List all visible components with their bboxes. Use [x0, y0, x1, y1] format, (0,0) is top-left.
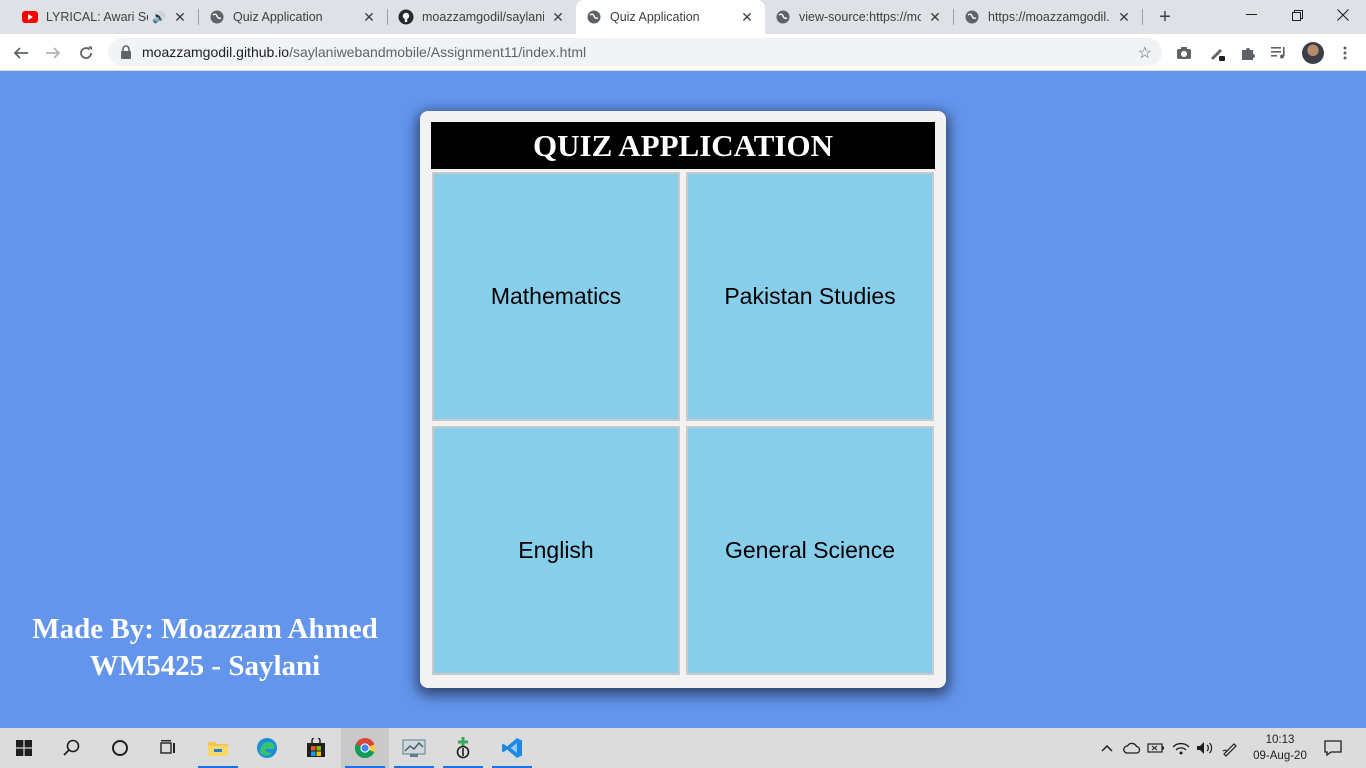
tab-title: view-source:https://moa	[799, 10, 921, 24]
close-icon[interactable]: ✕	[361, 9, 377, 25]
chevron-up-icon[interactable]	[1098, 728, 1116, 768]
speaker-icon[interactable]: 🔊	[152, 11, 166, 24]
media-control-icon[interactable]	[1268, 42, 1290, 64]
forward-button[interactable]	[40, 40, 66, 66]
author-credit: Made By: Moazzam Ahmed WM5425 - Saylani	[5, 611, 405, 685]
notification-icon[interactable]	[1320, 728, 1346, 768]
tab-title: Quiz Application	[610, 10, 700, 24]
puzzle-icon[interactable]	[1237, 42, 1259, 64]
tab-divider	[1142, 9, 1143, 25]
restore-button[interactable]	[1274, 0, 1320, 30]
store-icon[interactable]	[292, 728, 340, 768]
profile-avatar[interactable]	[1302, 42, 1324, 64]
wifi-icon[interactable]	[1170, 728, 1192, 768]
youtube-icon	[22, 9, 38, 25]
page-content: QUIZ APPLICATION Mathematics Pakistan St…	[0, 71, 1366, 728]
tab-quiz-application[interactable]: Quiz Application ✕	[199, 0, 387, 34]
cortana-icon[interactable]	[96, 728, 144, 768]
close-icon[interactable]: ✕	[739, 9, 755, 25]
tab-title: moazzamgodil/saylaniw	[422, 10, 544, 24]
subject-mathematics[interactable]: Mathematics	[432, 172, 680, 421]
camera-icon[interactable]	[1173, 42, 1195, 64]
back-button[interactable]	[8, 40, 34, 66]
globe-icon	[586, 9, 602, 25]
globe-icon	[775, 9, 791, 25]
close-icon[interactable]: ✕	[1116, 9, 1132, 25]
subject-general-science[interactable]: General Science	[686, 426, 934, 675]
vscode-icon[interactable]	[488, 728, 536, 768]
browser-tab-strip: LYRICAL: Awari Son 🔊 ✕ Quiz Application …	[0, 0, 1366, 34]
tab-title: LYRICAL: Awari Son	[46, 10, 148, 24]
windows-start-icon[interactable]	[0, 728, 48, 768]
address-bar[interactable]: moazzamgodil.github.io/saylaniwebandmobi…	[108, 38, 1162, 66]
pen-extension-icon[interactable]	[1206, 42, 1228, 64]
close-window-button[interactable]	[1320, 0, 1366, 30]
volume-icon[interactable]	[1194, 728, 1216, 768]
globe-icon	[209, 9, 225, 25]
tab-title: Quiz Application	[233, 10, 323, 24]
new-tab-button[interactable]: +	[1154, 6, 1176, 28]
reload-button[interactable]	[73, 40, 99, 66]
credit-id: WM5425 - Saylani	[89, 650, 321, 682]
tab-title: https://moazzamgodil.g	[988, 10, 1110, 24]
star-icon[interactable]: ☆	[1138, 43, 1152, 63]
url-text: moazzamgodil.github.io/saylaniwebandmobi…	[142, 44, 586, 60]
edge-icon[interactable]	[243, 728, 291, 768]
tab-quiz-application-active[interactable]: Quiz Application ✕	[576, 0, 765, 34]
tab-youtube[interactable]: LYRICAL: Awari Son 🔊 ✕	[12, 0, 198, 34]
close-icon[interactable]: ✕	[550, 9, 566, 25]
close-icon[interactable]: ✕	[927, 9, 943, 25]
quiz-card: QUIZ APPLICATION Mathematics Pakistan St…	[420, 111, 946, 688]
clock-time: 10:13	[1265, 734, 1295, 746]
chrome-icon[interactable]	[341, 728, 389, 768]
clock-date: 09-Aug-20	[1253, 750, 1307, 762]
browser-toolbar: moazzamgodil.github.io/saylaniwebandmobi…	[0, 34, 1366, 71]
minimize-button[interactable]	[1228, 0, 1274, 30]
system-clock[interactable]: 10:13 09-Aug-20	[1244, 732, 1316, 764]
file-explorer-icon[interactable]	[194, 728, 242, 768]
subject-pakistan-studies[interactable]: Pakistan Studies	[686, 172, 934, 421]
tab-view-source[interactable]: view-source:https://moa ✕	[765, 0, 953, 34]
lock-icon[interactable]	[120, 45, 132, 59]
tab-github-pages[interactable]: https://moazzamgodil.g ✕	[954, 0, 1142, 34]
quiz-title: QUIZ APPLICATION	[431, 122, 935, 169]
credit-name: Made By: Moazzam Ahmed	[32, 613, 378, 645]
search-icon[interactable]	[48, 728, 96, 768]
task-view-icon[interactable]	[144, 728, 192, 768]
git-app-icon[interactable]	[439, 728, 487, 768]
pen-workspace-icon[interactable]	[1219, 728, 1241, 768]
onedrive-icon[interactable]	[1121, 728, 1143, 768]
url-host: moazzamgodil.github.io	[142, 44, 290, 60]
tab-github[interactable]: moazzamgodil/saylaniw ✕	[388, 0, 576, 34]
battery-icon[interactable]	[1145, 728, 1167, 768]
windows-taskbar: 10:13 09-Aug-20	[0, 728, 1366, 768]
menu-icon[interactable]	[1334, 42, 1356, 64]
globe-icon	[964, 9, 980, 25]
subject-english[interactable]: English	[432, 426, 680, 675]
remote-desktop-icon[interactable]	[390, 728, 438, 768]
github-icon	[398, 9, 414, 25]
close-icon[interactable]: ✕	[172, 9, 188, 25]
url-path: /saylaniwebandmobile/Assignment11/index.…	[289, 44, 587, 60]
